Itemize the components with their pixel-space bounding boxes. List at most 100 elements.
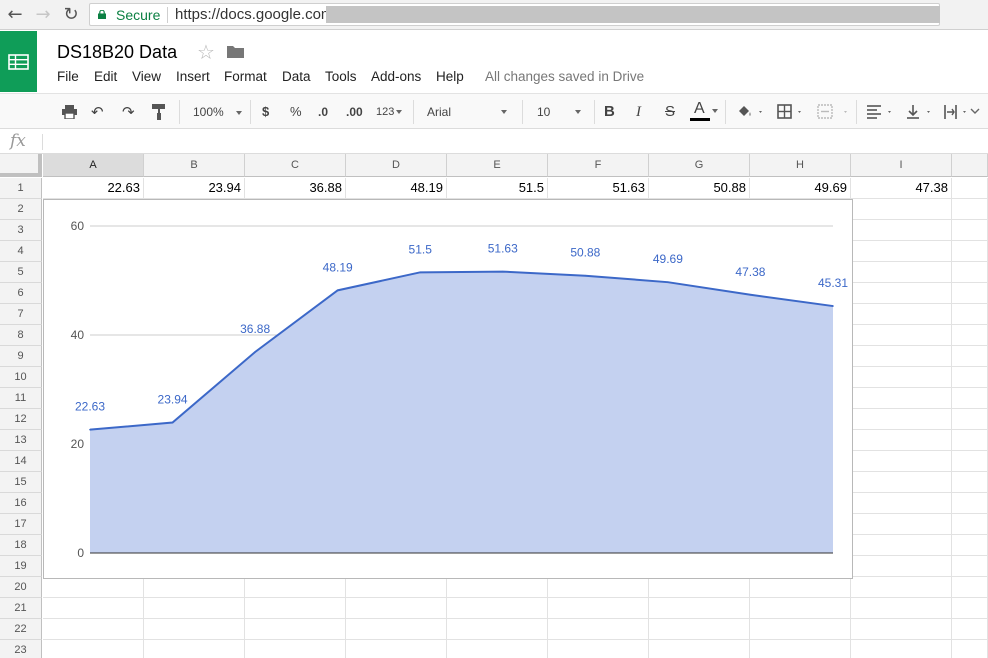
increase-decimal-button[interactable]: .00 (346, 103, 363, 121)
text-color-button[interactable]: A (690, 100, 718, 122)
table-cell[interactable] (750, 577, 851, 598)
table-cell[interactable] (144, 577, 245, 598)
column-header-h[interactable]: H (750, 154, 851, 177)
table-cell[interactable] (245, 577, 346, 598)
row-header-20[interactable]: 20 (0, 577, 42, 598)
table-cell[interactable] (851, 346, 952, 367)
table-cell[interactable] (851, 367, 952, 388)
strikethrough-button[interactable]: S (665, 103, 675, 121)
table-cell[interactable] (952, 577, 988, 598)
column-header-b[interactable]: B (144, 154, 245, 177)
forward-arrow-icon[interactable]: → (32, 4, 54, 26)
table-cell[interactable] (750, 619, 851, 640)
table-cell[interactable] (43, 598, 144, 619)
menu-add-ons[interactable]: Add-ons (371, 69, 421, 84)
table-cell[interactable]: 36.88 (245, 178, 346, 199)
column-header-f[interactable]: F (548, 154, 649, 177)
row-header-8[interactable]: 8 (0, 325, 42, 346)
table-cell[interactable] (952, 346, 988, 367)
table-cell[interactable] (851, 451, 952, 472)
table-cell[interactable] (851, 220, 952, 241)
row-header-13[interactable]: 13 (0, 430, 42, 451)
table-cell[interactable] (851, 598, 952, 619)
column-header-g[interactable]: G (649, 154, 750, 177)
star-icon[interactable]: ☆ (197, 40, 215, 64)
horizontal-align-icon[interactable] (866, 104, 896, 120)
table-cell[interactable] (346, 619, 447, 640)
table-cell[interactable] (952, 514, 988, 535)
fill-color-icon[interactable] (737, 104, 765, 120)
column-header-e[interactable]: E (447, 154, 548, 177)
table-cell[interactable] (43, 577, 144, 598)
table-cell[interactable] (346, 598, 447, 619)
redo-icon[interactable]: ↷ (122, 103, 135, 121)
folder-icon[interactable] (227, 45, 244, 58)
vertical-align-icon[interactable] (905, 104, 935, 120)
url-text[interactable]: https://docs.google.com (175, 6, 333, 23)
menu-format[interactable]: Format (224, 69, 267, 84)
row-header-5[interactable]: 5 (0, 262, 42, 283)
table-cell[interactable]: 47.38 (851, 178, 952, 199)
address-bar[interactable]: Secure https://docs.google.com (89, 3, 940, 26)
menu-data[interactable]: Data (282, 69, 311, 84)
column-header-i[interactable]: I (851, 154, 952, 177)
table-cell[interactable] (43, 619, 144, 640)
row-header-19[interactable]: 19 (0, 556, 42, 577)
column-header-c[interactable]: C (245, 154, 346, 177)
table-cell[interactable] (43, 640, 144, 658)
table-cell[interactable] (851, 430, 952, 451)
sheets-logo[interactable] (0, 31, 37, 92)
row-header-4[interactable]: 4 (0, 241, 42, 262)
table-cell[interactable] (851, 493, 952, 514)
reload-icon[interactable]: ↻ (60, 4, 82, 26)
table-cell[interactable] (952, 598, 988, 619)
row-header-10[interactable]: 10 (0, 367, 42, 388)
table-cell[interactable] (851, 409, 952, 430)
italic-button[interactable]: I (636, 103, 641, 121)
table-cell[interactable] (952, 199, 988, 220)
row-header-12[interactable]: 12 (0, 409, 42, 430)
row-header-3[interactable]: 3 (0, 220, 42, 241)
table-cell[interactable] (851, 325, 952, 346)
table-cell[interactable] (952, 367, 988, 388)
save-status[interactable]: All changes saved in Drive (485, 69, 644, 84)
table-cell[interactable] (952, 220, 988, 241)
table-cell[interactable] (851, 577, 952, 598)
row-header-16[interactable]: 16 (0, 493, 42, 514)
menu-edit[interactable]: Edit (94, 69, 117, 84)
row-header-23[interactable]: 23 (0, 640, 42, 658)
row-header-1[interactable]: 1 (0, 178, 42, 199)
back-arrow-icon[interactable]: ← (4, 4, 26, 26)
table-cell[interactable] (447, 598, 548, 619)
row-header-14[interactable]: 14 (0, 451, 42, 472)
table-cell[interactable] (952, 241, 988, 262)
more-formats-button[interactable]: 123 (376, 103, 403, 121)
table-cell[interactable] (952, 325, 988, 346)
document-title[interactable]: DS18B20 Data (57, 42, 177, 63)
undo-icon[interactable]: ↶ (91, 103, 104, 121)
table-cell[interactable] (144, 598, 245, 619)
table-cell[interactable] (750, 598, 851, 619)
decrease-decimal-button[interactable]: .0 (318, 103, 328, 121)
row-header-2[interactable]: 2 (0, 199, 42, 220)
table-cell[interactable]: 23.94 (144, 178, 245, 199)
table-cell[interactable] (851, 283, 952, 304)
merge-cells-icon[interactable] (817, 104, 851, 120)
table-cell[interactable] (952, 493, 988, 514)
paint-format-icon[interactable] (152, 104, 166, 120)
table-cell[interactable] (952, 178, 988, 199)
table-cell[interactable] (851, 472, 952, 493)
table-cell[interactable] (851, 304, 952, 325)
table-cell[interactable]: 48.19 (346, 178, 447, 199)
column-header-d[interactable]: D (346, 154, 447, 177)
table-cell[interactable]: 49.69 (750, 178, 851, 199)
row-header-18[interactable]: 18 (0, 535, 42, 556)
table-cell[interactable] (952, 451, 988, 472)
row-header-7[interactable]: 7 (0, 304, 42, 325)
table-cell[interactable] (346, 640, 447, 658)
table-cell[interactable] (649, 577, 750, 598)
table-cell[interactable] (144, 619, 245, 640)
menu-view[interactable]: View (132, 69, 161, 84)
table-cell[interactable] (952, 283, 988, 304)
table-cell[interactable] (346, 577, 447, 598)
